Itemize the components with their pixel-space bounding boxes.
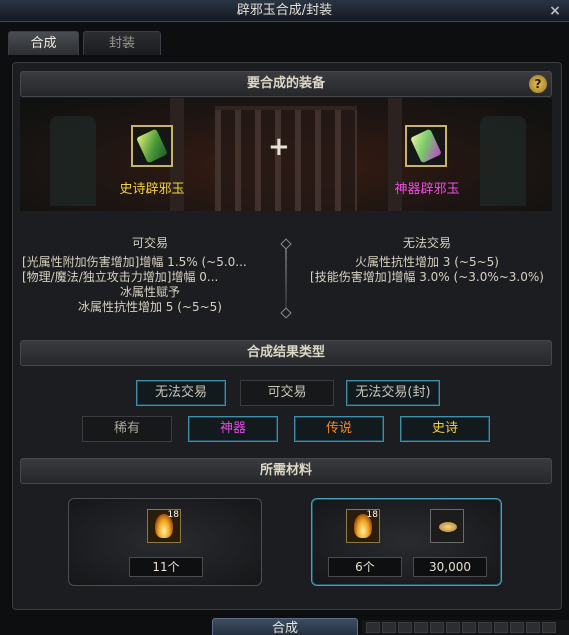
status-cell — [526, 622, 540, 633]
left-option-line: 冰属性抗性增加 5 (~5~5) — [77, 300, 222, 314]
status-strip — [362, 620, 569, 635]
help-icon[interactable]: ? — [529, 75, 547, 93]
left-option-line: [光属性附加伤害增加]增幅 1.5% (~5.0... — [22, 255, 247, 269]
status-cell — [382, 622, 396, 633]
divine-jade-name: 神器辟邪玉 — [394, 182, 460, 197]
result-section-header: 合成结果类型 — [20, 340, 552, 366]
plus-icon: + — [268, 132, 290, 162]
equip-section-title: 要合成的装备 — [246, 76, 325, 91]
left-item-info: 可交易 [光属性附加伤害增加]增幅 1.5% (~5.0... [物理/魔法/独… — [22, 236, 278, 315]
status-cell — [462, 622, 476, 633]
coin-graphic — [439, 522, 457, 532]
result-section-title: 合成结果类型 — [246, 345, 325, 360]
trade-option-tradable[interactable]: 可交易 — [240, 380, 334, 406]
flame-stone-icon: 18 — [346, 509, 380, 543]
status-cell — [510, 622, 524, 633]
left-pointer — [143, 211, 157, 218]
material-option-left[interactable]: 18 11个 — [68, 498, 262, 586]
right-option-line: 火属性抗性增加 3 (~5~5) — [354, 255, 499, 269]
status-cell — [478, 622, 492, 633]
epic-jade-name: 史诗辟邪玉 — [119, 182, 185, 197]
status-cell — [430, 622, 444, 633]
statue-left-decoration — [50, 116, 96, 206]
status-cell — [446, 622, 460, 633]
tab-synthesis[interactable]: 合成 — [8, 31, 79, 55]
rarity-rare-label: 稀有 — [113, 421, 140, 436]
material-quantity: 11个 — [129, 557, 203, 577]
rarity-option-divine[interactable]: 神器 — [188, 416, 278, 442]
flame-stone-icon: 18 — [147, 509, 181, 543]
material-option-right[interactable]: 18 6个 30,000 — [311, 498, 502, 586]
gold-cost: 30,000 — [413, 557, 487, 577]
rarity-legendary-label: 传说 — [325, 421, 352, 436]
right-item-info: 无法交易 火属性抗性增加 3 (~5~5) [技能伤害增加]增幅 3.0% (~… — [298, 236, 556, 285]
epic-jade-card-icon — [136, 128, 168, 164]
rarity-divine-label: 神器 — [219, 421, 246, 436]
close-icon[interactable]: × — [547, 3, 563, 19]
status-cell — [414, 622, 428, 633]
materials-section-header: 所需材料 — [20, 458, 552, 484]
left-trade-status: 可交易 — [131, 236, 168, 250]
rarity-epic-label: 史诗 — [431, 421, 458, 436]
info-divider — [285, 243, 287, 315]
status-cell — [494, 622, 508, 633]
right-trade-status: 无法交易 — [402, 236, 451, 250]
divine-jade-slot[interactable] — [405, 125, 447, 167]
rarity-option-rare[interactable]: 稀有 — [82, 416, 172, 442]
status-cell — [398, 622, 412, 633]
material-quantity: 6个 — [328, 557, 402, 577]
window-titlebar: 辟邪玉合成/封装 × — [0, 0, 569, 22]
rarity-option-legendary[interactable]: 传说 — [294, 416, 384, 442]
right-option-line: [技能伤害增加]增幅 3.0% (~3.0%~3.0%) — [310, 270, 544, 284]
left-option-line: [物理/魔法/独立攻击力增加]增幅 0... — [22, 270, 219, 284]
left-option-line: 冰属性赋予 — [119, 285, 180, 299]
materials-section-title: 所需材料 — [259, 463, 312, 478]
rarity-option-epic[interactable]: 史诗 — [400, 416, 490, 442]
epic-jade-slot[interactable] — [131, 125, 173, 167]
gold-coin-icon — [430, 509, 464, 543]
window-title: 辟邪玉合成/封装 — [236, 3, 333, 18]
craft-button[interactable]: 合成 — [212, 618, 358, 635]
equip-section-header: 要合成的装备 ? — [20, 71, 552, 97]
item-badge: 18 — [366, 510, 378, 520]
tab-seal[interactable]: 封装 — [83, 31, 161, 55]
right-pointer — [420, 211, 434, 218]
item-badge: 18 — [167, 510, 179, 520]
status-cell — [542, 622, 556, 633]
trade-option-untradable[interactable]: 无法交易 — [136, 380, 226, 406]
trade-option-sealed[interactable]: 无法交易(封) — [346, 380, 440, 406]
divine-jade-card-icon — [410, 128, 442, 164]
status-cell — [366, 622, 380, 633]
